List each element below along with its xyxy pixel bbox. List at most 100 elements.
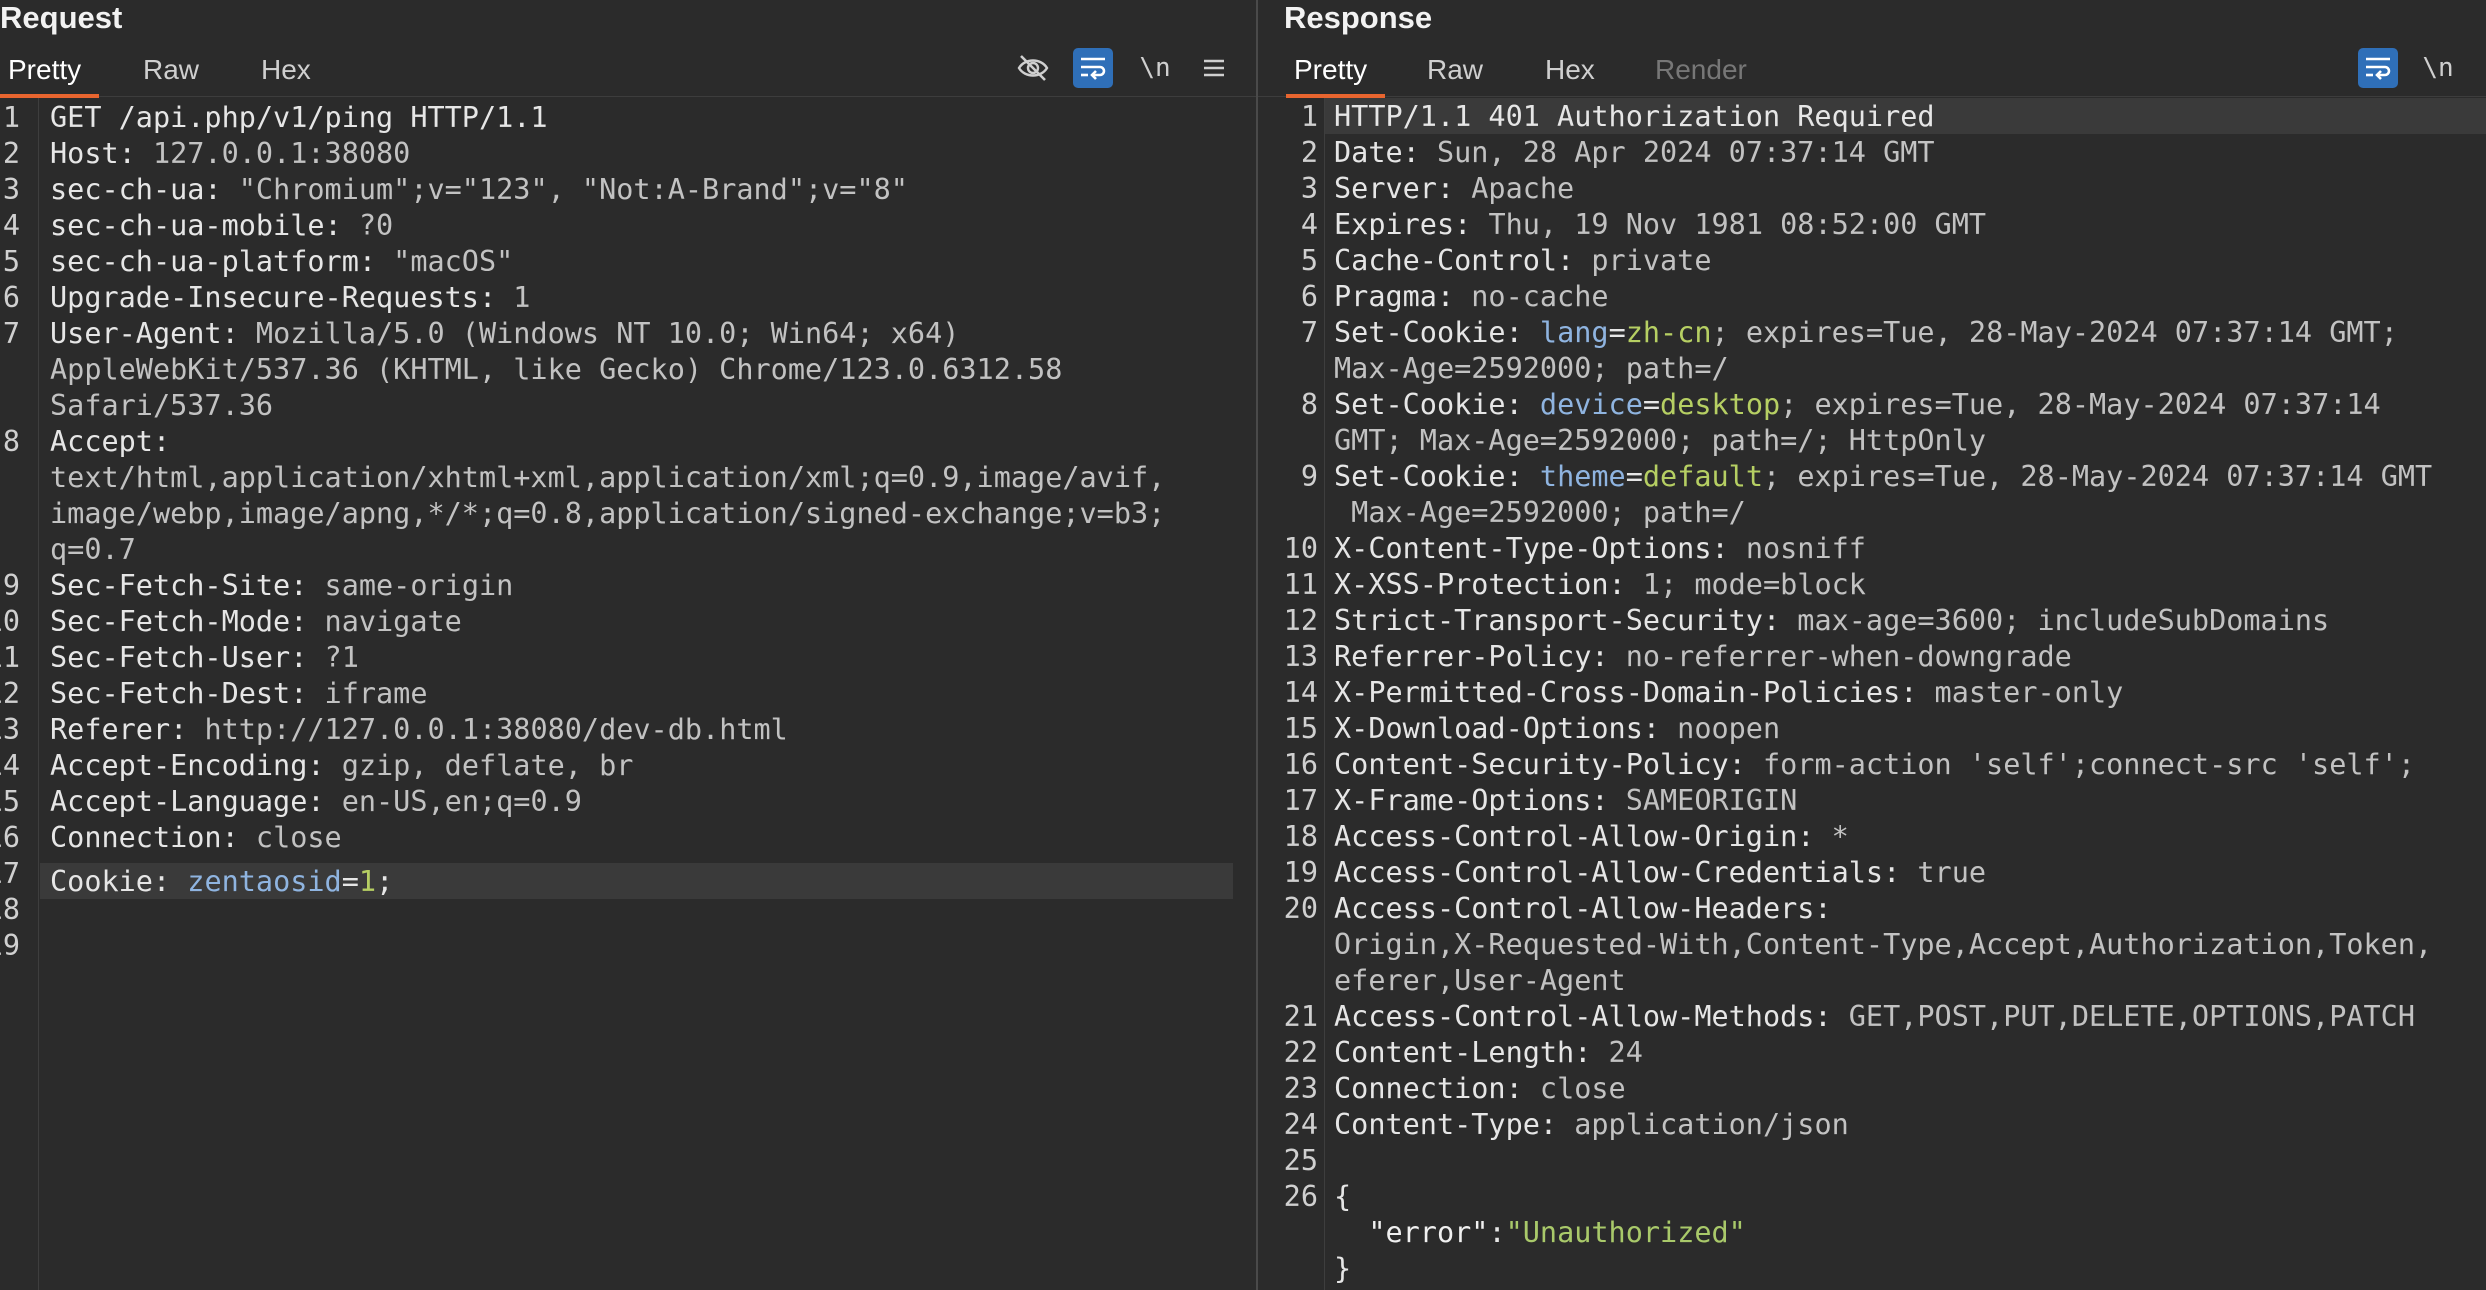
response-line: Access-Control-Allow-Origin: * <box>1334 820 1849 853</box>
response-tab-hex[interactable]: Hex <box>1545 44 1595 94</box>
line-number: 16 <box>1283 748 1318 781</box>
line-number: 2 <box>1300 136 1318 169</box>
response-line-continuation: Max-Age=2592000; path=/ <box>1334 352 1729 385</box>
response-line: Strict-Transport-Security: max-age=3600;… <box>1334 604 2330 637</box>
request-line: Host: 127.0.0.1:38080 <box>50 137 411 170</box>
request-tabs: Pretty Raw Hex <box>0 44 1256 98</box>
eye-slash-icon[interactable] <box>1013 48 1053 88</box>
response-line: X-Permitted-Cross-Domain-Policies: maste… <box>1334 676 2124 709</box>
line-number: 9 <box>1300 460 1318 493</box>
json-close-brace: } <box>1334 1252 1352 1285</box>
response-tab-raw[interactable]: Raw <box>1427 44 1483 94</box>
request-line: User-Agent: Mozilla/5.0 (Windows NT 10.0… <box>50 317 960 350</box>
response-editor[interactable]: 1 2 3 4 5 6 7 8 9 10 11 12 13 14 15 16 1… <box>1258 98 2486 1290</box>
request-line: Connection: close <box>50 821 342 854</box>
request-tab-hex[interactable]: Hex <box>261 44 311 94</box>
line-number: 16 <box>0 821 20 854</box>
line-number: 17 <box>1283 784 1318 817</box>
line-number: 10 <box>1283 532 1318 565</box>
response-line-set-cookie: Set-Cookie: lang=zh-cn; expires=Tue, 28-… <box>1334 316 2398 349</box>
request-line: Referer: http://127.0.0.1:38080/dev-db.h… <box>50 713 788 746</box>
word-wrap-icon[interactable] <box>2358 48 2398 88</box>
request-tab-raw[interactable]: Raw <box>143 44 199 94</box>
request-line-continuation: q=0.7 <box>50 533 136 566</box>
response-tab-pretty[interactable]: Pretty <box>1285 44 1386 98</box>
line-number: 13 <box>1283 640 1318 673</box>
request-tab-pretty[interactable]: Pretty <box>0 44 100 98</box>
request-line-cookie: Cookie: zentaosid=1; <box>50 865 394 898</box>
line-number: 7 <box>1300 316 1318 349</box>
line-number: 8 <box>1300 388 1318 421</box>
response-title: Response <box>1284 0 1433 35</box>
response-line: Content-Security-Policy: form-action 'se… <box>1334 748 2415 781</box>
request-line-continuation: Safari/537.36 <box>50 389 274 422</box>
line-number: 6 <box>2 281 20 314</box>
line-number: 18 <box>0 893 20 926</box>
request-title: Request <box>0 0 123 35</box>
line-number: 12 <box>0 677 20 710</box>
request-line: Sec-Fetch-Dest: iframe <box>50 677 428 710</box>
response-line: Server: Apache <box>1334 172 1575 205</box>
response-line: X-Frame-Options: SAMEORIGIN <box>1334 784 1798 817</box>
hamburger-menu-icon[interactable] <box>1194 48 1234 88</box>
response-line: Content-Type: application/json <box>1334 1108 1849 1141</box>
line-number: 4 <box>1300 208 1318 241</box>
response-line: X-Download-Options: noopen <box>1334 712 1781 745</box>
response-line-continuation: eferer,User-Agent <box>1334 964 1626 997</box>
request-line: sec-ch-ua-mobile: ?0 <box>50 209 394 242</box>
response-line-continuation: GMT; Max-Age=2592000; path=/; HttpOnly <box>1334 424 1987 457</box>
line-number: 10 <box>0 605 20 638</box>
newline-toggle[interactable]: \n <box>2418 48 2458 88</box>
request-line-continuation: AppleWebKit/537.36 (KHTML, like Gecko) C… <box>50 353 1063 386</box>
response-tab-render[interactable]: Render <box>1655 44 1747 94</box>
request-line-continuation: image/webp,image/apng,*/*;q=0.8,applicat… <box>50 497 1166 530</box>
line-number: 19 <box>0 929 20 962</box>
line-number: 9 <box>2 569 20 602</box>
request-line: sec-ch-ua: "Chromium";v="123", "Not:A-Br… <box>50 173 908 206</box>
line-number: 1 <box>2 101 20 134</box>
line-number: 14 <box>0 749 20 782</box>
response-line-continuation: Origin,X-Requested-With,Content-Type,Acc… <box>1334 928 2433 961</box>
line-number: 20 <box>1283 892 1318 925</box>
response-line: Cache-Control: private <box>1334 244 1712 277</box>
line-number: 8 <box>2 425 20 458</box>
line-number: 1 <box>1300 100 1318 133</box>
response-line: Expires: Thu, 19 Nov 1981 08:52:00 GMT <box>1334 208 1987 241</box>
request-editor[interactable]: 1 2 3 4 5 6 7 8 9 10 11 12 13 14 15 16 1… <box>0 98 1256 1290</box>
response-line: X-XSS-Protection: 1; mode=block <box>1334 568 1866 601</box>
line-number: 6 <box>1300 280 1318 313</box>
request-line: Sec-Fetch-Site: same-origin <box>50 569 514 602</box>
response-line: Access-Control-Allow-Headers: <box>1334 892 1832 925</box>
newline-toggle[interactable]: \n <box>1135 48 1175 88</box>
response-line: Pragma: no-cache <box>1334 280 1609 313</box>
response-panel: Response Pretty Raw Hex Render \n 1 2 3 … <box>1258 0 2486 1290</box>
request-line: Sec-Fetch-Mode: navigate <box>50 605 462 638</box>
response-status-line: HTTP/1.1 401 Authorization Required <box>1334 100 1935 133</box>
request-line-continuation: text/html,application/xhtml+xml,applicat… <box>50 461 1166 494</box>
request-line: Sec-Fetch-User: ?1 <box>50 641 359 674</box>
word-wrap-icon[interactable] <box>1073 48 1113 88</box>
line-number: 2 <box>2 137 20 170</box>
line-number: 7 <box>2 317 20 350</box>
request-line: Upgrade-Insecure-Requests: 1 <box>50 281 531 314</box>
response-line-continuation: Max-Age=2592000; path=/ <box>1334 496 1746 529</box>
line-number: 19 <box>1283 856 1318 889</box>
line-number: 24 <box>1283 1108 1318 1141</box>
request-line: sec-ch-ua-platform: "macOS" <box>50 245 514 278</box>
response-line: X-Content-Type-Options: nosniff <box>1334 532 1866 565</box>
line-number: 11 <box>1283 568 1318 601</box>
response-tabs: Pretty Raw Hex Render <box>1258 44 2486 98</box>
line-number: 3 <box>2 173 20 206</box>
line-number: 26 <box>1283 1180 1318 1213</box>
json-error-line: "error":"Unauthorized" <box>1334 1216 1746 1249</box>
line-number: 14 <box>1283 676 1318 709</box>
line-number: 13 <box>0 713 20 746</box>
line-number: 15 <box>1283 712 1318 745</box>
response-line: Content-Length: 24 <box>1334 1036 1643 1069</box>
line-number: 5 <box>2 245 20 278</box>
request-line: Accept-Encoding: gzip, deflate, br <box>50 749 634 782</box>
line-number: 3 <box>1300 172 1318 205</box>
response-line: Referrer-Policy: no-referrer-when-downgr… <box>1334 640 2072 673</box>
response-line: Connection: close <box>1334 1072 1626 1105</box>
response-line: Access-Control-Allow-Credentials: true <box>1334 856 1987 889</box>
